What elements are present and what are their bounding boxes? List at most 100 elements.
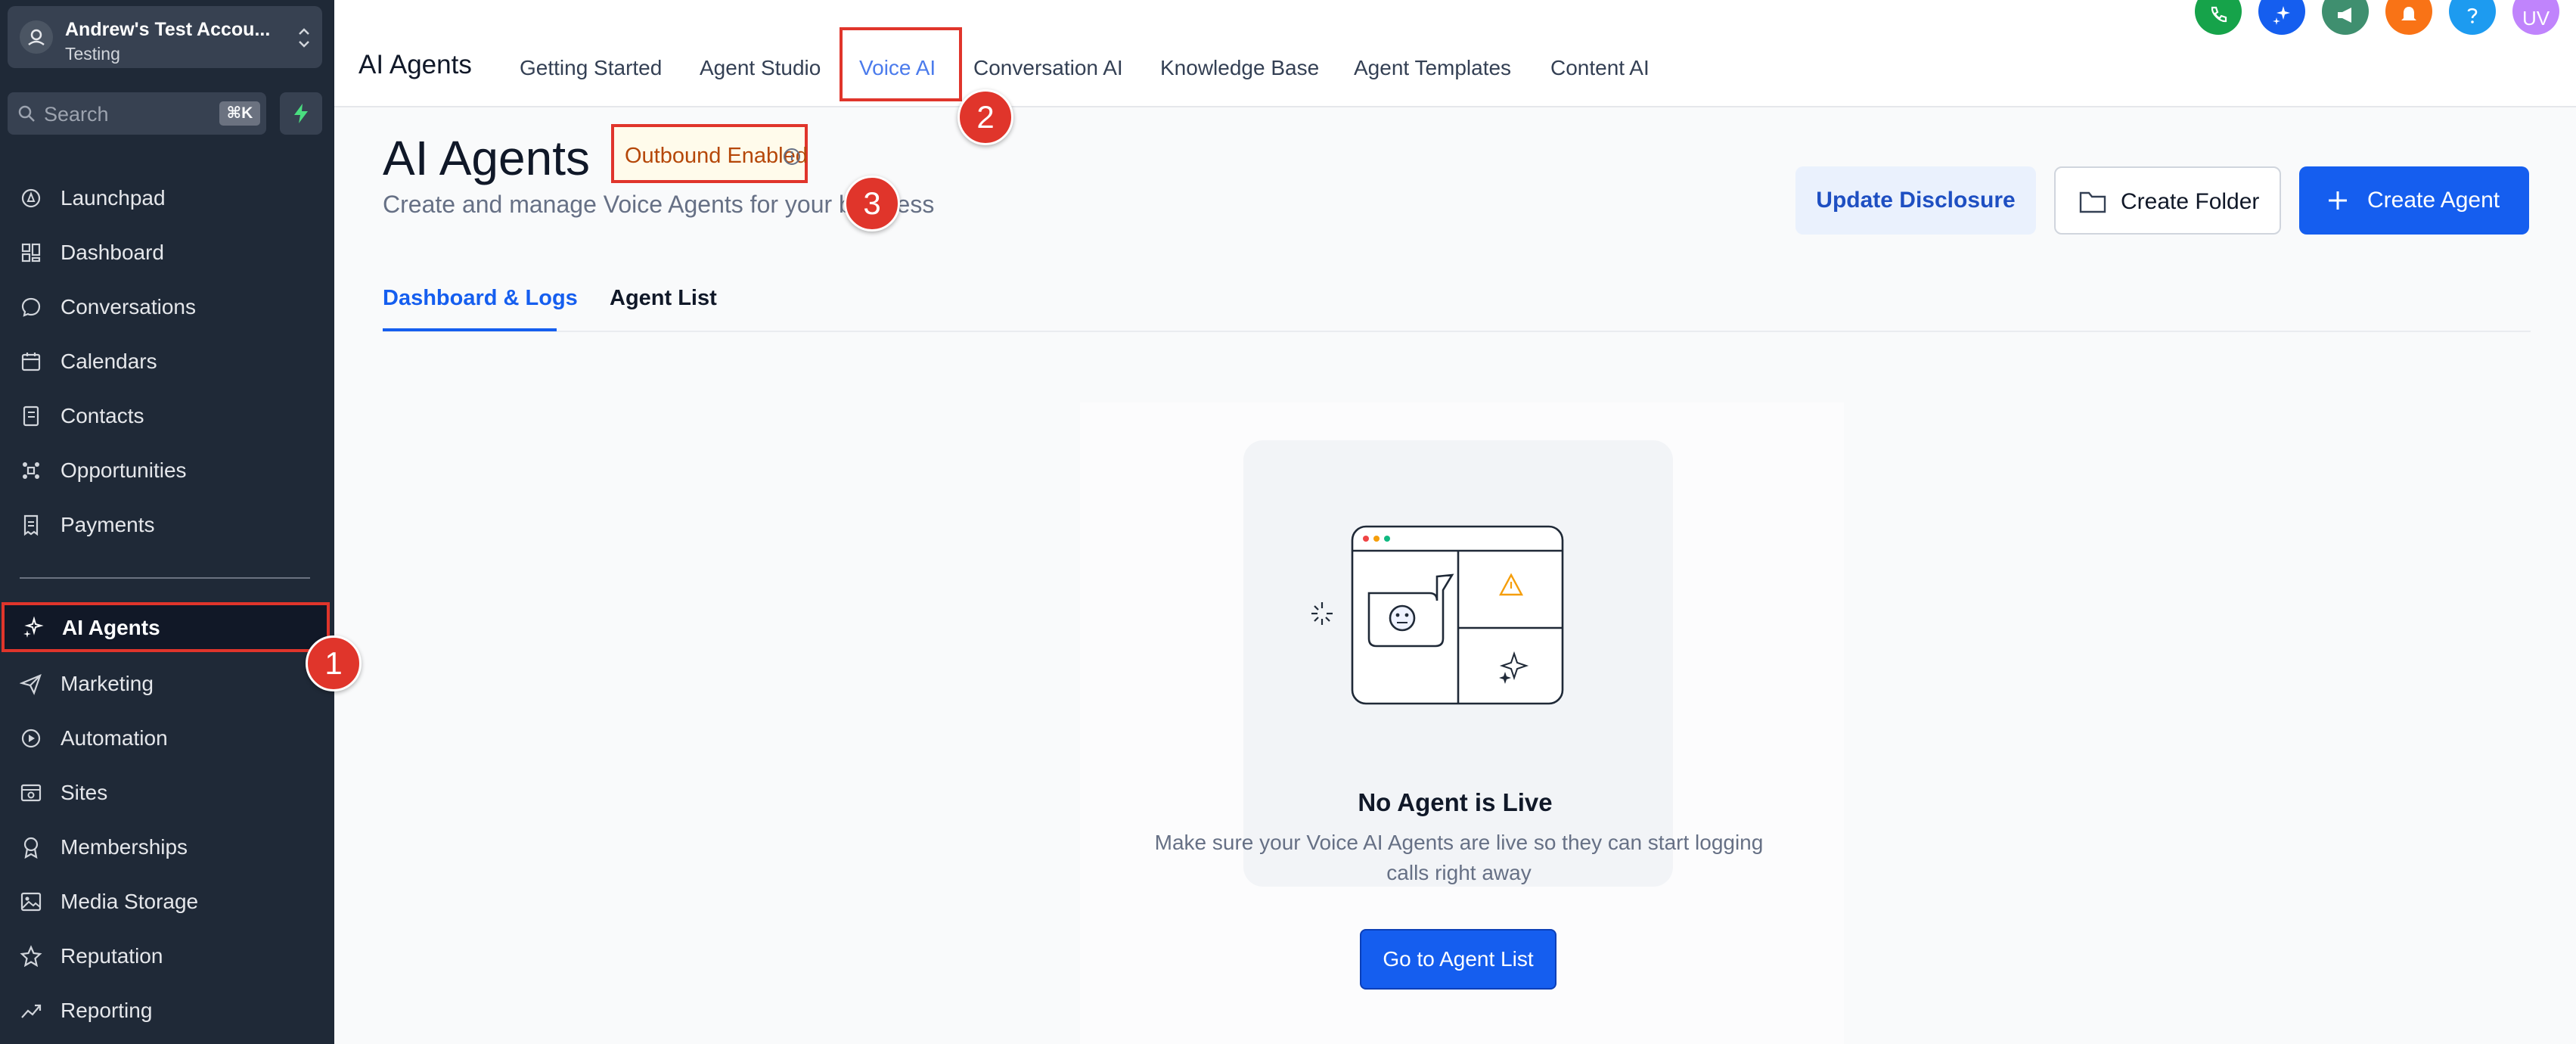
sidebar-item-ai-agents[interactable]: AI Agents: [2, 602, 330, 652]
tab-agent-studio[interactable]: Agent Studio: [700, 56, 821, 80]
sidebar-item-label: Reporting: [61, 999, 153, 1022]
contacts-book-icon: [23, 405, 39, 427]
sidebar-item-label: Contacts: [61, 404, 144, 427]
tab-knowledge-base[interactable]: Knowledge Base: [1160, 56, 1319, 80]
sidebar-item-label: Automation: [61, 726, 168, 750]
callout-marker-3: 3: [844, 176, 900, 231]
tab-dashboard-logs[interactable]: Dashboard & Logs: [383, 286, 578, 311]
tab-conversation-ai[interactable]: Conversation AI: [973, 56, 1123, 80]
chevron-up-down-icon: [299, 28, 309, 48]
sidebar-item-label: Dashboard: [61, 241, 164, 264]
sidebar-item-label: Marketing: [61, 672, 154, 695]
ai-assistant-button[interactable]: [2258, 0, 2305, 35]
sidebar-item-calendars[interactable]: Calendars: [0, 336, 334, 386]
callout-marker-2: 2: [957, 89, 1013, 145]
quick-action-button[interactable]: [280, 92, 322, 135]
create-agent-button[interactable]: Create Agent: [2299, 166, 2529, 235]
dashboard-illustration-icon: [1311, 525, 1564, 705]
sidebar-item-label: Calendars: [61, 350, 157, 373]
callout-marker-1: 1: [306, 635, 362, 691]
empty-state-illustration: [1243, 440, 1673, 887]
empty-state-title: No Agent is Live: [1358, 788, 1553, 816]
tabs-divider: [383, 331, 2531, 332]
outbound-enabled-badge[interactable]: Outbound Enabled: [611, 124, 808, 183]
user-avatar[interactable]: UV: [2512, 0, 2559, 35]
folder-icon: [2079, 191, 2106, 213]
app-title: AI Agents: [358, 50, 472, 79]
sidebar-item-opportunities[interactable]: Opportunities: [0, 445, 334, 495]
tab-content-ai[interactable]: Content AI: [1550, 56, 1650, 80]
sparkles-icon: [23, 617, 44, 638]
invoice-icon: [23, 514, 39, 536]
account-name: Andrew's Test Accou...: [65, 19, 271, 40]
account-avatar: [20, 20, 53, 54]
star-icon: [20, 945, 42, 968]
rocket-icon: [21, 188, 41, 208]
phone-button[interactable]: [2195, 0, 2242, 35]
sidebar-item-memberships[interactable]: Memberships: [0, 822, 334, 872]
sidebar-item-payments[interactable]: Payments: [0, 499, 334, 549]
sidebar-item-label: Payments: [61, 513, 155, 536]
sidebar-item-marketing[interactable]: Marketing: [0, 658, 334, 708]
calendar-icon: [21, 353, 41, 371]
help-button[interactable]: [2449, 0, 2496, 35]
create-folder-button[interactable]: Create Folder: [2054, 166, 2281, 235]
sidebar-item-label: Reputation: [61, 944, 163, 968]
sidebar: Andrew's Test Accou... Testing Search ⌘K…: [0, 0, 334, 1044]
notifications-button[interactable]: [2385, 0, 2432, 35]
plus-icon: [2329, 191, 2347, 210]
update-disclosure-button[interactable]: Update Disclosure: [1795, 166, 2036, 235]
sidebar-item-label: Opportunities: [61, 458, 187, 482]
sidebar-item-automation[interactable]: Automation: [0, 713, 334, 763]
tab-getting-started[interactable]: Getting Started: [520, 56, 662, 80]
page-title: AI Agents: [383, 131, 590, 185]
sidebar-item-label: Launchpad: [61, 186, 166, 210]
announcements-button[interactable]: [2322, 0, 2369, 35]
tab-agent-list[interactable]: Agent List: [610, 286, 717, 311]
search-icon: [18, 105, 35, 122]
tab-agent-templates[interactable]: Agent Templates: [1354, 56, 1511, 80]
search-shortcut: ⌘K: [219, 101, 260, 126]
phone-icon: [2211, 6, 2227, 23]
sidebar-item-reputation[interactable]: Reputation: [0, 931, 334, 980]
sidebar-item-conversations[interactable]: Conversations: [0, 281, 334, 331]
top-navigation: AI Agents Getting Started Agent Studio V…: [334, 0, 2576, 107]
create-agent-label: Create Agent: [2367, 188, 2500, 213]
send-icon: [20, 674, 42, 695]
sidebar-item-label: Memberships: [61, 835, 188, 859]
outbound-badge-label: Outbound Enabled: [625, 144, 808, 168]
sidebar-item-sites[interactable]: Sites: [0, 767, 334, 817]
lightning-icon: [294, 104, 308, 123]
sidebar-item-dashboard[interactable]: Dashboard: [0, 227, 334, 277]
search-placeholder: Search: [44, 103, 109, 126]
sidebar-item-label: Sites: [61, 781, 108, 804]
sparkles-icon: [2273, 6, 2290, 25]
trend-up-icon: [21, 1004, 42, 1018]
dashboard-icon: [21, 243, 41, 263]
go-to-agent-list-button[interactable]: Go to Agent List: [1360, 929, 1556, 990]
question-mark-icon: [2467, 8, 2478, 23]
sidebar-item-reporting[interactable]: Reporting: [0, 985, 334, 1035]
search-box[interactable]: Search ⌘K: [8, 92, 266, 135]
website-icon: [20, 784, 42, 802]
tab-voice-ai[interactable]: Voice AI: [840, 27, 962, 101]
sidebar-item-contacts[interactable]: Contacts: [0, 390, 334, 440]
pipeline-icon: [23, 462, 39, 479]
award-icon: [23, 837, 39, 859]
info-icon: [784, 148, 800, 165]
bell-icon: [2401, 7, 2416, 20]
sidebar-item-launchpad[interactable]: Launchpad: [0, 172, 334, 222]
automation-icon: [21, 729, 41, 748]
sidebar-item-label: AI Agents: [62, 616, 160, 639]
empty-state-description: Make sure your Voice AI Agents are live …: [1154, 831, 1764, 884]
image-icon: [20, 892, 42, 912]
megaphone-icon: [2338, 8, 2351, 23]
active-tab-indicator: [383, 328, 557, 331]
account-switcher[interactable]: Andrew's Test Accou... Testing: [8, 6, 322, 68]
sidebar-item-media-storage[interactable]: Media Storage: [0, 876, 334, 926]
account-subtitle: Testing: [65, 44, 120, 64]
tab-voice-ai-label: Voice AI: [859, 56, 936, 79]
main-content: AI Agents Outbound Enabled Create and ma…: [334, 107, 2576, 1044]
sidebar-item-label: Conversations: [61, 295, 196, 318]
chat-bubble-icon: [21, 297, 41, 317]
